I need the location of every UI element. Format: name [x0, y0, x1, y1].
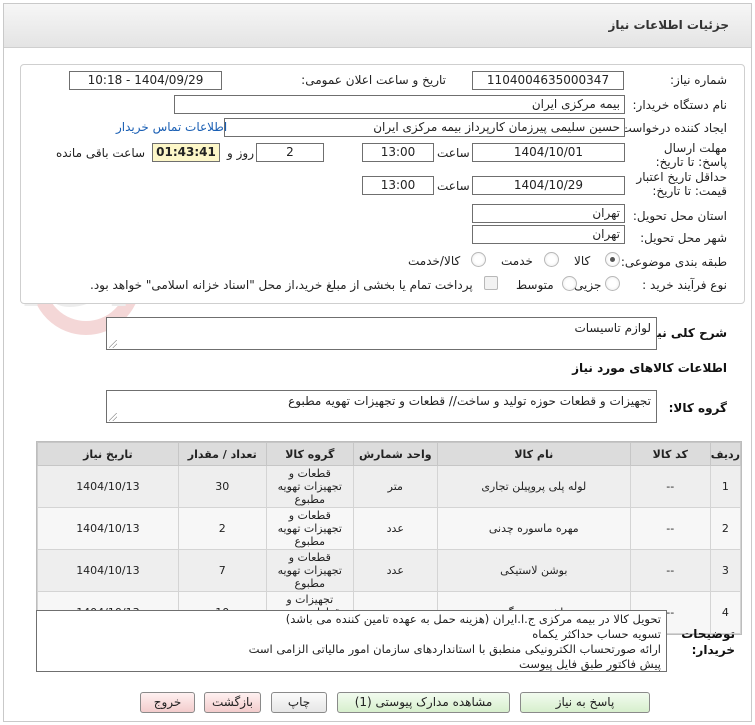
notes-line: پیش فاکتور طبق فایل پیوست: [518, 657, 661, 671]
resize-grip-icon[interactable]: [109, 340, 117, 348]
city-label: شهر محل تحویل:: [640, 231, 727, 245]
cell-date: 1404/10/13: [37, 549, 179, 592]
process-radio-medium[interactable]: [562, 276, 577, 291]
buyer-org-label: نام دستگاه خریدار:: [632, 98, 728, 112]
window-title: جزئیات اطلاعات نیاز: [608, 18, 729, 32]
category-radio-service[interactable]: [544, 252, 559, 267]
validity-date-field: 1404/10/29: [472, 176, 625, 195]
table-row[interactable]: 2 -- مهره ماسوره چدنی عدد قطعات و تجهیزا…: [37, 507, 742, 550]
col-row: ردیف: [709, 442, 742, 466]
title-bar: جزئیات اطلاعات نیاز: [4, 4, 751, 48]
deadline-time-label: ساعت: [437, 146, 470, 160]
buyer-contact-link[interactable]: اطلاعات تماس خریدار: [116, 120, 227, 134]
treasury-checkbox[interactable]: [484, 276, 498, 290]
days-remaining-field: 2: [256, 143, 324, 162]
process-option-medium: متوسط: [516, 278, 554, 292]
validity-label: حداقل تاریخ اعتبار قیمت: تا تاریخ:: [636, 170, 727, 198]
treasury-note: پرداخت تمام یا بخشی از مبلغ خرید،از محل …: [90, 278, 473, 292]
print-button[interactable]: چاپ: [271, 692, 327, 713]
announce-label: تاریخ و ساعت اعلان عمومی:: [301, 73, 446, 87]
col-group: گروه کالا: [265, 442, 354, 466]
process-option-minor: جزیی: [574, 278, 602, 292]
cell-code: --: [629, 465, 711, 508]
cell-name: مهره ماسوره چدنی: [436, 507, 631, 550]
attachments-button[interactable]: مشاهده مدارک پیوستی (1): [337, 692, 510, 713]
time-remaining-label: ساعت باقی مانده: [56, 146, 146, 160]
cell-qty: 30: [177, 465, 267, 508]
cell-row: 1: [709, 465, 742, 508]
table-row[interactable]: 3 -- بوشن لاستیکی عدد قطعات و تجهیزات ته…: [37, 549, 742, 592]
goods-group-textbox: تجهیزات و قطعات حوزه تولید و ساخت// قطعا…: [106, 390, 657, 423]
category-option-service: خدمت: [501, 254, 533, 268]
validity-time-label: ساعت: [437, 179, 470, 193]
cell-group: قطعات و تجهیزات تهویه مطبوع: [265, 507, 354, 550]
category-radio-goods-service[interactable]: [471, 252, 486, 267]
deadline-date-field: 1404/10/01: [472, 143, 625, 162]
summary-textbox: لوازم تاسیسات: [106, 317, 657, 350]
validity-time-field: 13:00: [362, 176, 434, 195]
deadline-label: مهلت ارسال پاسخ: تا تاریخ:: [655, 141, 727, 169]
time-remaining-field: 01:43:41: [152, 143, 220, 162]
exit-button[interactable]: خروج: [140, 692, 195, 713]
cell-group: قطعات و تجهیزات تهویه مطبوع: [265, 549, 354, 592]
requester-field: حسین سلیمی پیرزمان کارپرداز بیمه مرکزی ا…: [224, 118, 625, 137]
deadline-time-field: 13:00: [362, 143, 434, 162]
announce-datetime-field: 1404/09/29 - 10:18: [69, 71, 222, 90]
cell-code: --: [629, 549, 711, 592]
need-number-field: 1104004635000347: [472, 71, 624, 90]
table-header-row: ردیف کد کالا نام کالا واحد شمارش گروه کا…: [37, 442, 742, 466]
summary-text: لوازم تاسیسات: [574, 321, 651, 335]
need-number-label: شماره نیاز:: [670, 73, 727, 87]
cell-date: 1404/10/13: [37, 507, 179, 550]
process-label: نوع فرآیند خرید :: [642, 278, 727, 292]
col-name: نام کالا: [436, 442, 631, 466]
cell-name: لوله پلی پروپیلن تجاری: [436, 465, 631, 508]
col-date: تاریخ نیاز: [37, 442, 179, 466]
province-label: استان محل تحویل:: [632, 209, 727, 223]
need-details-window: جزئیات اطلاعات نیاز AriaTender.neT شماره…: [3, 3, 752, 722]
buyer-notes-label: توضیحات خریدار:: [681, 627, 735, 657]
cell-name: بوشن لاستیکی: [436, 549, 631, 592]
days-label: روز و: [227, 146, 254, 160]
category-option-goods: کالا: [574, 254, 591, 268]
city-field: تهران: [472, 225, 625, 244]
back-button[interactable]: بازگشت: [204, 692, 261, 713]
cell-row: 2: [709, 507, 742, 550]
process-radio-minor[interactable]: [605, 276, 620, 291]
cell-code: --: [629, 507, 711, 550]
cell-unit: عدد: [352, 507, 438, 550]
goods-group-text: تجهیزات و قطعات حوزه تولید و ساخت// قطعا…: [288, 394, 651, 408]
notes-line: تحویل کالا در بیمه مرکزی ج.ا.ایران (هزین…: [285, 612, 661, 626]
notes-line: تسویه حساب حداکثر یکماه: [532, 627, 661, 641]
cell-unit: عدد: [352, 549, 438, 592]
resize-grip-icon[interactable]: [109, 413, 117, 421]
goods-section-title: اطلاعات کالاهای مورد نیاز: [572, 361, 727, 375]
col-code: کد کالا: [629, 442, 711, 466]
col-qty: تعداد / مقدار: [177, 442, 267, 466]
notes-line: ارائه صورتحساب الکترونیکی منطبق با استان…: [248, 642, 661, 656]
goods-group-label: گروه کالا:: [668, 401, 727, 415]
category-option-goods-service: کالا/خدمت: [408, 254, 461, 268]
requester-label: ایجاد کننده درخواست:: [616, 121, 727, 135]
reply-button[interactable]: پاسخ به نیاز: [520, 692, 650, 713]
buyer-org-field: بیمه مرکزی ایران: [174, 95, 625, 114]
province-field: تهران: [472, 204, 625, 223]
cell-unit: متر: [352, 465, 438, 508]
buyer-notes-textbox: تحویل کالا در بیمه مرکزی ج.ا.ایران (هزین…: [36, 610, 667, 672]
cell-qty: 2: [177, 507, 267, 550]
table-row[interactable]: 1 -- لوله پلی پروپیلن تجاری متر قطعات و …: [37, 465, 742, 508]
cell-date: 1404/10/13: [37, 465, 179, 508]
cell-row: 3: [709, 549, 742, 592]
goods-table: ردیف کد کالا نام کالا واحد شمارش گروه کا…: [36, 441, 742, 635]
category-label: طبقه بندی موضوعی:: [620, 255, 727, 269]
col-unit: واحد شمارش: [352, 442, 438, 466]
cell-group: قطعات و تجهیزات تهویه مطبوع: [265, 465, 354, 508]
category-radio-goods[interactable]: [605, 252, 620, 267]
cell-qty: 7: [177, 549, 267, 592]
